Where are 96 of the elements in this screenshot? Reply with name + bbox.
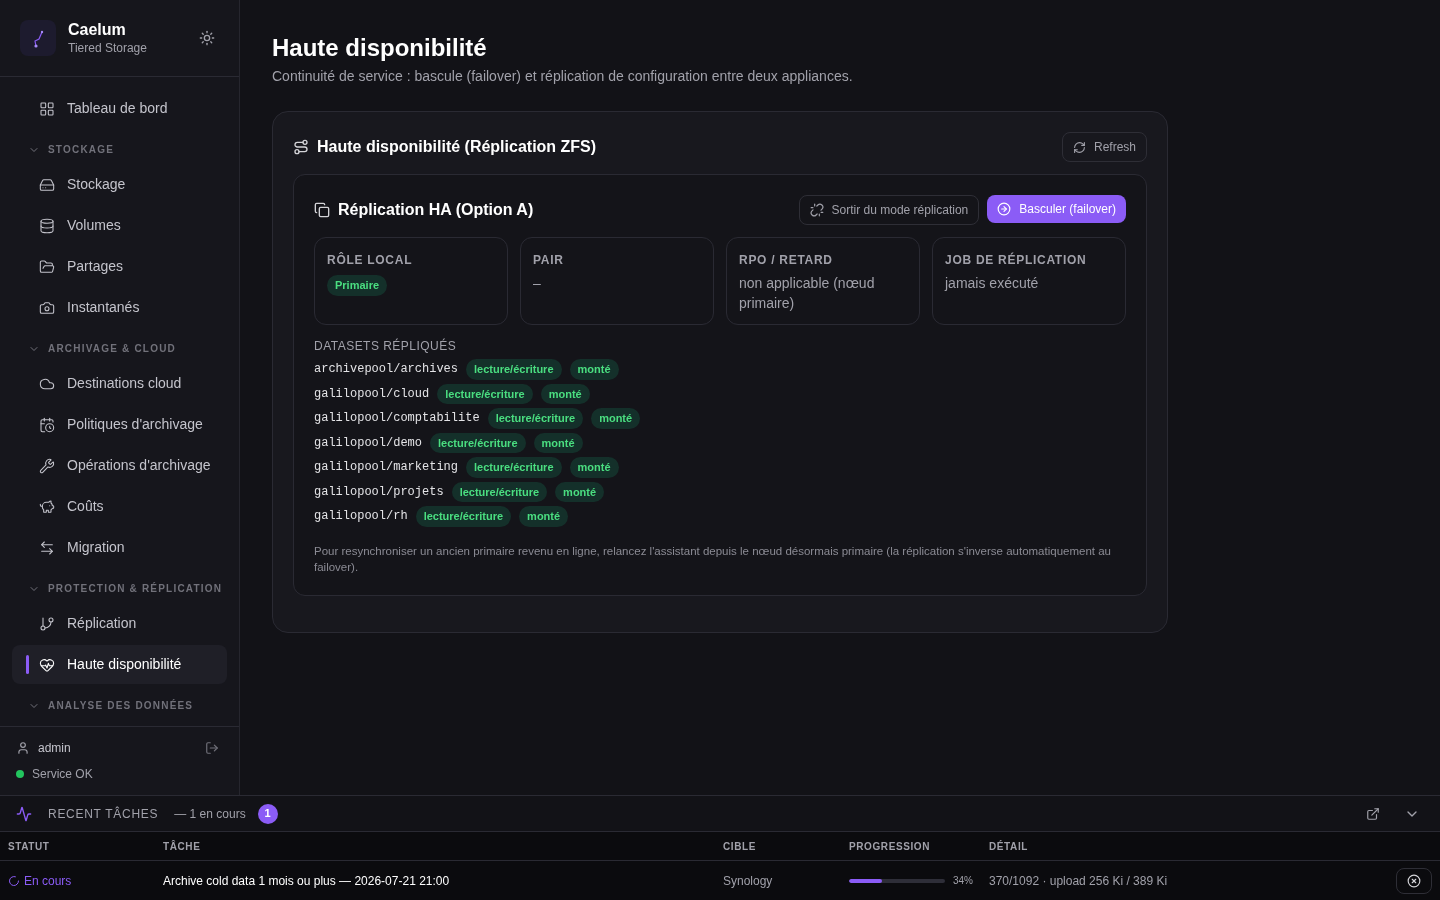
- dataset-tag: lecture/écriture: [487, 408, 584, 429]
- nav-section-label[interactable]: ARCHIVAGE & CLOUD: [48, 341, 176, 356]
- dataset-tag: monté: [519, 506, 569, 527]
- dataset-tag: monté: [591, 408, 641, 429]
- column-header: CIBLE: [723, 839, 757, 854]
- cancel-icon: [1407, 873, 1421, 888]
- count-badge: 1: [257, 803, 278, 824]
- stat-label: RPO / RETARD: [739, 252, 834, 269]
- dataset-tag: monté: [533, 432, 583, 453]
- nav-item[interactable]: Tableau de bord: [12, 89, 227, 128]
- column-header: TÂCHE: [163, 839, 202, 854]
- dataset-name: galilopool/comptabilite: [314, 410, 480, 428]
- nav-section-label[interactable]: ANALYSE DES DONNÉES: [48, 698, 194, 713]
- nav-item[interactable]: Destinations cloud: [12, 364, 227, 403]
- nav-section-label[interactable]: STOCKAGE: [48, 142, 115, 157]
- logo-icon: [20, 20, 56, 56]
- service-status: Service OK: [32, 766, 93, 783]
- dataset-tag: monté: [569, 359, 619, 380]
- external-link-icon[interactable]: [1366, 806, 1380, 821]
- camera-icon: [39, 299, 55, 316]
- nav-item[interactable]: Migration: [12, 528, 227, 567]
- exit-replication-button[interactable]: Sortir du mode réplication: [798, 195, 980, 225]
- nav-item[interactable]: Haute disponibilité: [12, 645, 227, 684]
- column-header: PROGRESSION: [849, 839, 932, 854]
- nav-item[interactable]: Volumes: [12, 206, 227, 245]
- heart-pulse-icon: [39, 656, 55, 673]
- stat-label: PAIR: [533, 252, 565, 269]
- card-title: Haute disponibilité (Réplication ZFS): [317, 137, 597, 157]
- page-title: Haute disponibilité: [272, 33, 488, 63]
- stat-label: RÔLE LOCAL: [327, 251, 414, 269]
- piggy-bank-icon: [39, 498, 55, 515]
- calendar-clock-icon: [39, 416, 55, 433]
- brand-subtitle: Tiered Storage: [68, 40, 147, 56]
- database-icon: [39, 217, 55, 234]
- stat-value: –: [533, 274, 542, 293]
- dataset-name: archivepool/archives: [314, 361, 459, 379]
- column-header: DÉTAIL: [989, 839, 1029, 854]
- cancel-button[interactable]: [1396, 867, 1432, 894]
- dataset-tag: lecture/écriture: [451, 481, 548, 502]
- nav-item[interactable]: Coûts: [12, 487, 227, 526]
- route-icon: [293, 139, 309, 155]
- brand-name: Caelum: [68, 20, 127, 40]
- nav-item[interactable]: Partages: [12, 247, 227, 286]
- detail-cell-text: 370/1092 · upload 256 Ki / 389 Ki: [989, 872, 1169, 890]
- dataset-name: galilopool/marketing: [314, 459, 459, 477]
- dashboard-icon: [39, 100, 55, 117]
- stat-value: non applicable (nœud primaire): [739, 274, 876, 313]
- dataset-tag: monté: [540, 383, 590, 404]
- failover-button[interactable]: Basculer (failover): [987, 195, 1126, 223]
- refresh-button[interactable]: Refresh: [1061, 132, 1147, 162]
- dataset-name: galilopool/projets: [314, 483, 444, 501]
- logout-icon[interactable]: [205, 741, 219, 755]
- nav-item[interactable]: Stockage: [12, 165, 227, 204]
- drive-icon: [39, 176, 55, 193]
- unlink-icon: [809, 203, 824, 217]
- user-name: admin: [38, 740, 71, 757]
- dataset-tag: lecture/écriture: [466, 359, 562, 380]
- task-cell-text: Archive cold data 1 mois ou plus — 2026-07-21 21:00: [163, 872, 451, 890]
- nav-item[interactable]: Réplication: [12, 604, 227, 643]
- dataset-name: galilopool/demo: [314, 434, 423, 452]
- copy-icon: [314, 202, 330, 218]
- datasets-heading: DATASETS RÉPLIQUÉS: [314, 337, 458, 355]
- progress-percent: 34%: [953, 874, 973, 888]
- dataset-tag: lecture/écriture: [430, 432, 526, 453]
- nav-item[interactable]: Opérations d'archivage: [12, 446, 227, 485]
- theme-toggle-icon[interactable]: [199, 30, 215, 46]
- resync-note: Pour resynchroniser un ancien primaire revenu en ligne, relancez l'assistant depuis le nœud désormais primaire (la réplication s'inverse automatiquement au failover).: [314, 543, 1112, 575]
- dataset-tag: lecture/écriture: [437, 383, 533, 404]
- dataset-tag: lecture/écriture: [466, 457, 562, 478]
- status-cell: En cours: [8, 871, 163, 890]
- spinner-icon: [8, 874, 20, 887]
- role-badge: Primaire: [327, 275, 388, 296]
- activity-icon: [16, 805, 32, 822]
- dataset-name: galilopool/rh: [314, 508, 408, 526]
- dataset-tag: monté: [569, 457, 619, 478]
- target-cell-text: Synology: [723, 872, 774, 890]
- nav-item[interactable]: Instantanés: [12, 288, 227, 327]
- dataset-tag: lecture/écriture: [415, 506, 512, 527]
- folder-icon: [39, 258, 55, 275]
- nav-item[interactable]: Politiques d'archivage: [12, 405, 227, 444]
- arrow-circle-icon: [997, 202, 1012, 216]
- wrench-icon: [39, 457, 55, 474]
- tasks-title: RECENT TÂCHES: [48, 805, 159, 823]
- user-icon: [16, 741, 30, 755]
- branch-icon: [39, 615, 55, 632]
- dataset-name: galilopool/cloud: [314, 385, 430, 403]
- arrows-icon: [39, 539, 55, 556]
- stat-label: JOB DE RÉPLICATION: [945, 251, 1088, 269]
- column-header: STATUT: [8, 839, 51, 854]
- page-subtitle: Continuité de service : bascule (failover) et réplication de configuration entre deux appliances.: [272, 67, 854, 86]
- refresh-icon: [1072, 140, 1086, 154]
- tasks-summary: — 1 en cours: [174, 805, 246, 823]
- nav-section-label[interactable]: PROTECTION & RÉPLICATION: [48, 581, 223, 596]
- section-title: Réplication HA (Option A): [338, 200, 534, 220]
- dataset-tag: monté: [555, 481, 605, 502]
- stat-value: jamais exécuté: [945, 274, 1040, 293]
